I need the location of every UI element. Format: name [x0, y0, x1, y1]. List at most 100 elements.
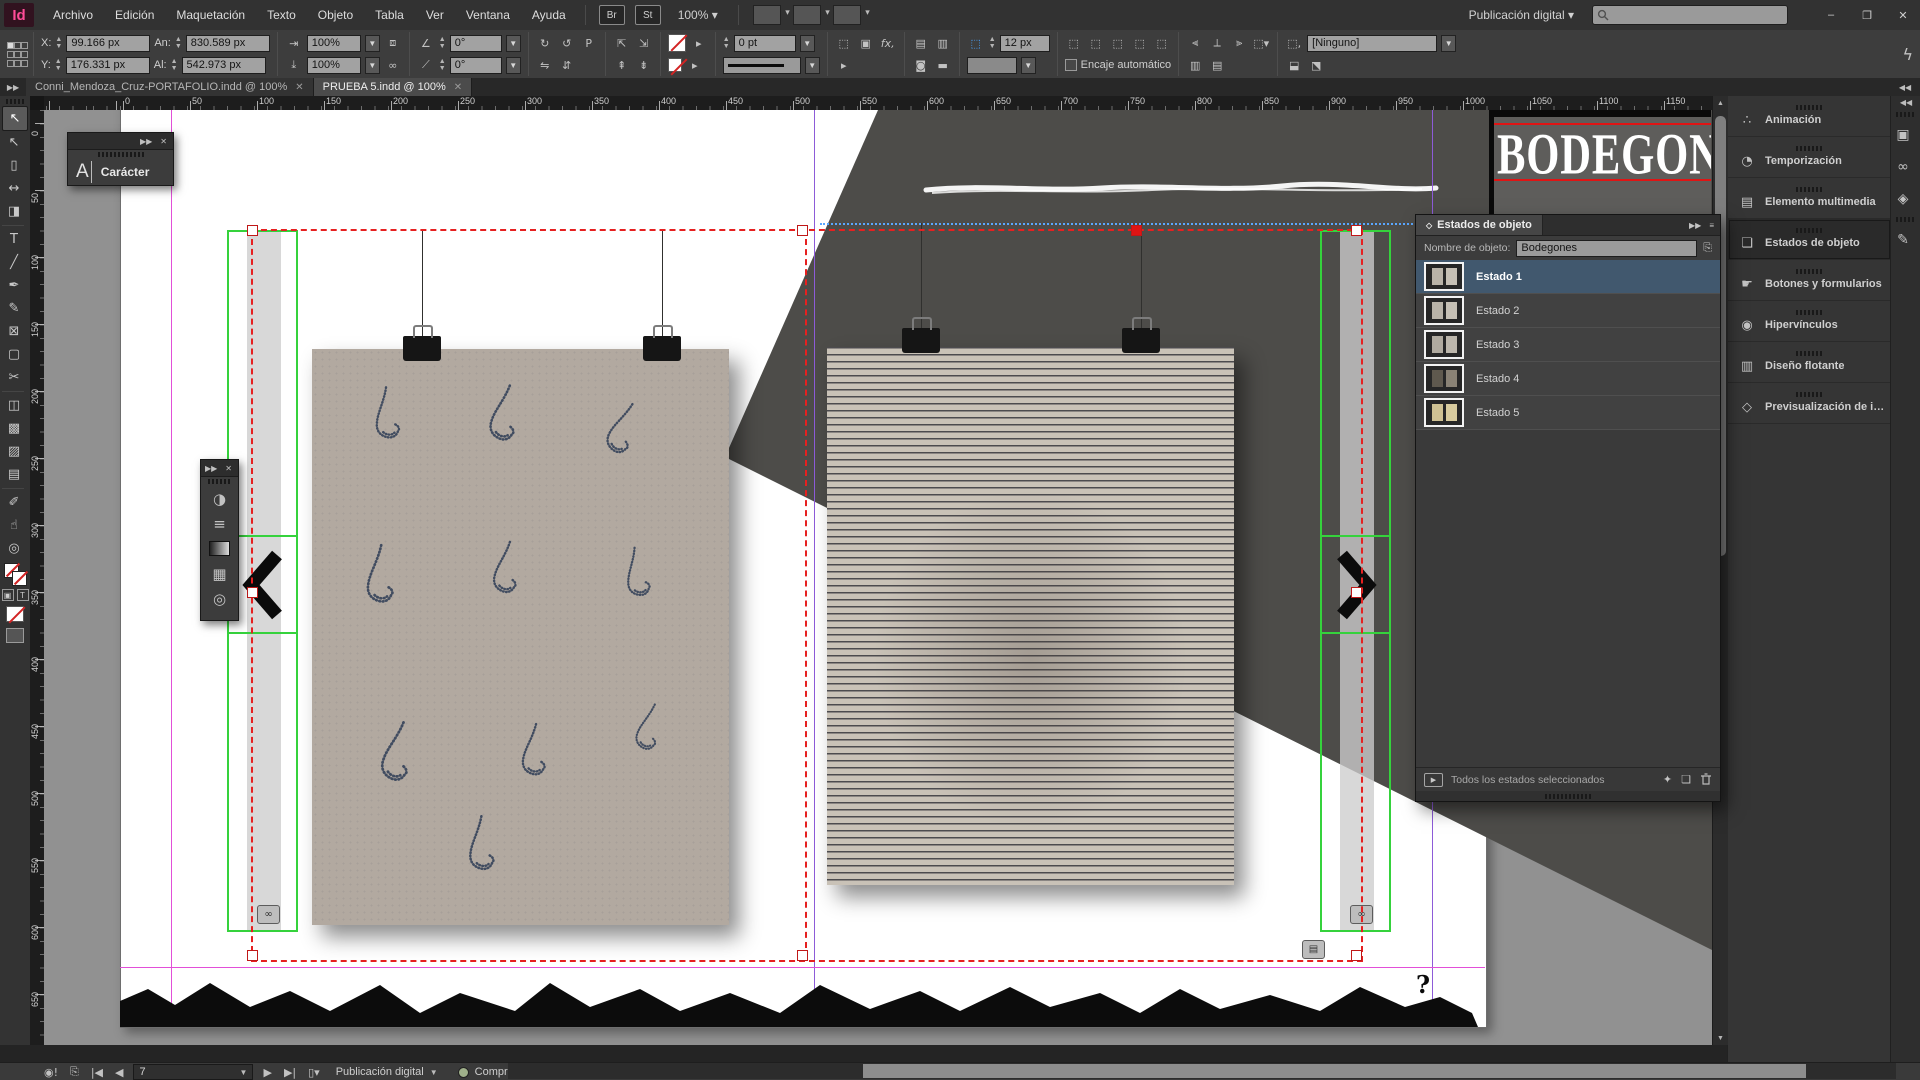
- previous-page-icon[interactable]: ◀: [115, 1066, 123, 1079]
- rotation-field[interactable]: 0°: [450, 35, 502, 52]
- selection-bounds[interactable]: [251, 229, 1363, 962]
- type-tool[interactable]: T: [2, 228, 26, 251]
- select-next-icon[interactable]: ⇟: [635, 57, 653, 73]
- minimize-button[interactable]: –: [1814, 4, 1848, 26]
- panel-grip[interactable]: [208, 479, 232, 484]
- stroke-type-dropdown[interactable]: ▼: [805, 57, 820, 74]
- export-progress-icon[interactable]: ⎘: [70, 1065, 79, 1079]
- corner-shape-icon[interactable]: ⬚: [967, 35, 985, 51]
- panel-header[interactable]: ◇ Estados de objeto ▶▶ ≡: [1416, 215, 1720, 236]
- scroll-up-icon[interactable]: ▲: [1713, 96, 1728, 110]
- scale-x-dropdown[interactable]: ▼: [365, 35, 380, 52]
- menu-item-1[interactable]: Edición: [104, 0, 165, 30]
- dock-item-4[interactable]: ☛Botones y formularios: [1728, 260, 1891, 301]
- dock-item-5[interactable]: ◉Hipervínculos: [1728, 301, 1891, 342]
- stroke-color-swatch[interactable]: [668, 34, 686, 52]
- shear-stepper[interactable]: ▲▼: [439, 58, 446, 72]
- first-page-icon[interactable]: |◀: [91, 1066, 103, 1079]
- horizontal-ruler[interactable]: 0501001502002503003504004505005506006507…: [30, 96, 1712, 110]
- dock-item-6[interactable]: ▥Diseño flotante: [1728, 342, 1891, 383]
- delete-state-icon[interactable]: [1700, 773, 1712, 786]
- line-tool[interactable]: ╱: [2, 251, 26, 274]
- selection-handle[interactable]: [1351, 587, 1362, 598]
- pages-icon[interactable]: ▣: [1891, 122, 1915, 148]
- x-field[interactable]: 99.166 px: [66, 35, 150, 52]
- selection-handle[interactable]: [247, 950, 258, 961]
- view-mode-button[interactable]: [6, 628, 24, 643]
- state-row-4[interactable]: Estado 4: [1416, 362, 1720, 396]
- collapse-icon[interactable]: ▶▶: [1689, 221, 1701, 230]
- content-collector-tool[interactable]: ◨: [2, 200, 26, 223]
- center-content-icon[interactable]: ⬚: [1131, 35, 1149, 51]
- free-transform-tool[interactable]: ◫: [2, 394, 26, 417]
- formatting-text-icon[interactable]: T: [17, 589, 29, 601]
- align-left-icon[interactable]: ⫷: [1186, 35, 1204, 51]
- autofit-checkbox[interactable]: [1065, 59, 1077, 71]
- bodegones-title-frame[interactable]: BODEGONES: [1489, 110, 1711, 223]
- zoom-level-dropdown[interactable]: 100% ▾: [678, 8, 718, 22]
- fit-frame-icon[interactable]: ⬚: [1109, 35, 1127, 51]
- tab-close-icon[interactable]: ✕: [295, 82, 303, 93]
- quick-apply-icon[interactable]: ϟ: [1902, 45, 1913, 64]
- gradient-feather-tool[interactable]: ▨: [2, 440, 26, 463]
- scale-y-field[interactable]: 100%: [307, 57, 361, 74]
- selection-handle[interactable]: [797, 225, 808, 236]
- menu-item-3[interactable]: Texto: [256, 0, 307, 30]
- color-panel-icon[interactable]: ◑: [201, 486, 238, 511]
- paste-into-state-icon[interactable]: ✦: [1663, 773, 1672, 786]
- flip-horizontal-icon[interactable]: ⇋: [536, 57, 554, 73]
- style-clear-icon[interactable]: ⬔: [1307, 57, 1325, 73]
- screen-mode-icon[interactable]: [793, 5, 821, 25]
- zoom-tool[interactable]: ◎: [2, 537, 26, 560]
- fit-proportional-icon[interactable]: ⬚: [1153, 35, 1171, 51]
- page-tool[interactable]: ▯: [2, 154, 26, 177]
- preset-dropdown[interactable]: Publicación digital ▼: [336, 1066, 438, 1078]
- character-panel[interactable]: ▶▶ ✕ A Carácter: [67, 132, 174, 186]
- hand-tool[interactable]: ☝: [2, 514, 26, 537]
- margin-guide-left[interactable]: [171, 110, 172, 1026]
- opacity-icon[interactable]: ⬚: [835, 35, 853, 51]
- panel-tab[interactable]: ◇ Estados de objeto: [1416, 215, 1543, 235]
- preflight-icon[interactable]: ◉!: [44, 1066, 58, 1079]
- effects-flyout[interactable]: ▸: [835, 57, 853, 73]
- stroke-weight-field[interactable]: 0 pt: [734, 35, 796, 52]
- selected-anchor-handle[interactable]: [1131, 225, 1142, 236]
- corner-style-dropdown[interactable]: ▼: [1021, 57, 1036, 74]
- restore-button[interactable]: ❐: [1850, 4, 1884, 26]
- reference-point-proxy[interactable]: [7, 42, 26, 67]
- align-center-icon[interactable]: ⟂: [1208, 35, 1226, 51]
- stroke-color-flyout[interactable]: ▸: [690, 35, 708, 51]
- selection-handle[interactable]: [247, 225, 258, 236]
- selection-handle[interactable]: [247, 587, 258, 598]
- last-page-icon[interactable]: ▶|: [284, 1066, 296, 1079]
- select-container-icon[interactable]: ⇱: [613, 35, 631, 51]
- insert-state-icon[interactable]: ⎘: [1703, 241, 1712, 255]
- layers-icon[interactable]: ◈: [1891, 186, 1915, 212]
- shear-dropdown[interactable]: ▼: [506, 57, 521, 74]
- no-wrap-icon[interactable]: ▤: [912, 35, 930, 51]
- shear-field[interactable]: 0°: [450, 57, 502, 74]
- tab-close-icon[interactable]: ✕: [454, 82, 462, 93]
- fit-content-icon[interactable]: ⬚: [1087, 35, 1105, 51]
- y-field[interactable]: 176.331 px: [66, 57, 150, 74]
- vertical-ruler[interactable]: 050100150200250300350400450500550600650: [30, 110, 44, 1045]
- selection-handle[interactable]: [1351, 950, 1362, 961]
- menu-item-5[interactable]: Tabla: [364, 0, 415, 30]
- editorial-icon[interactable]: ✎: [1891, 227, 1915, 253]
- panel-grip[interactable]: [98, 152, 144, 157]
- menu-item-2[interactable]: Maquetación: [165, 0, 256, 30]
- frame-tool[interactable]: ⊠: [2, 320, 26, 343]
- corner-style-field[interactable]: [967, 57, 1017, 74]
- horizontal-scrollbar[interactable]: [508, 1063, 1896, 1079]
- preview-spread-icon[interactable]: ▶: [1424, 773, 1443, 787]
- swatches-panel-icon[interactable]: ▦: [201, 561, 238, 586]
- torn-paper-graphic[interactable]: [120, 967, 1485, 1027]
- selection-handle[interactable]: [797, 950, 808, 961]
- next-page-icon[interactable]: ▶: [263, 1066, 271, 1079]
- menu-item-0[interactable]: Archivo: [42, 0, 104, 30]
- constrain-scale-icon[interactable]: ⧈: [384, 35, 402, 51]
- state-row-5[interactable]: Estado 5: [1416, 396, 1720, 430]
- tab-portafolio[interactable]: Conni_Mendoza_Cruz-PORTAFOLIO.indd @ 100…: [26, 78, 314, 96]
- scale-x-field[interactable]: 100%: [307, 35, 361, 52]
- character-label[interactable]: Carácter: [101, 165, 150, 179]
